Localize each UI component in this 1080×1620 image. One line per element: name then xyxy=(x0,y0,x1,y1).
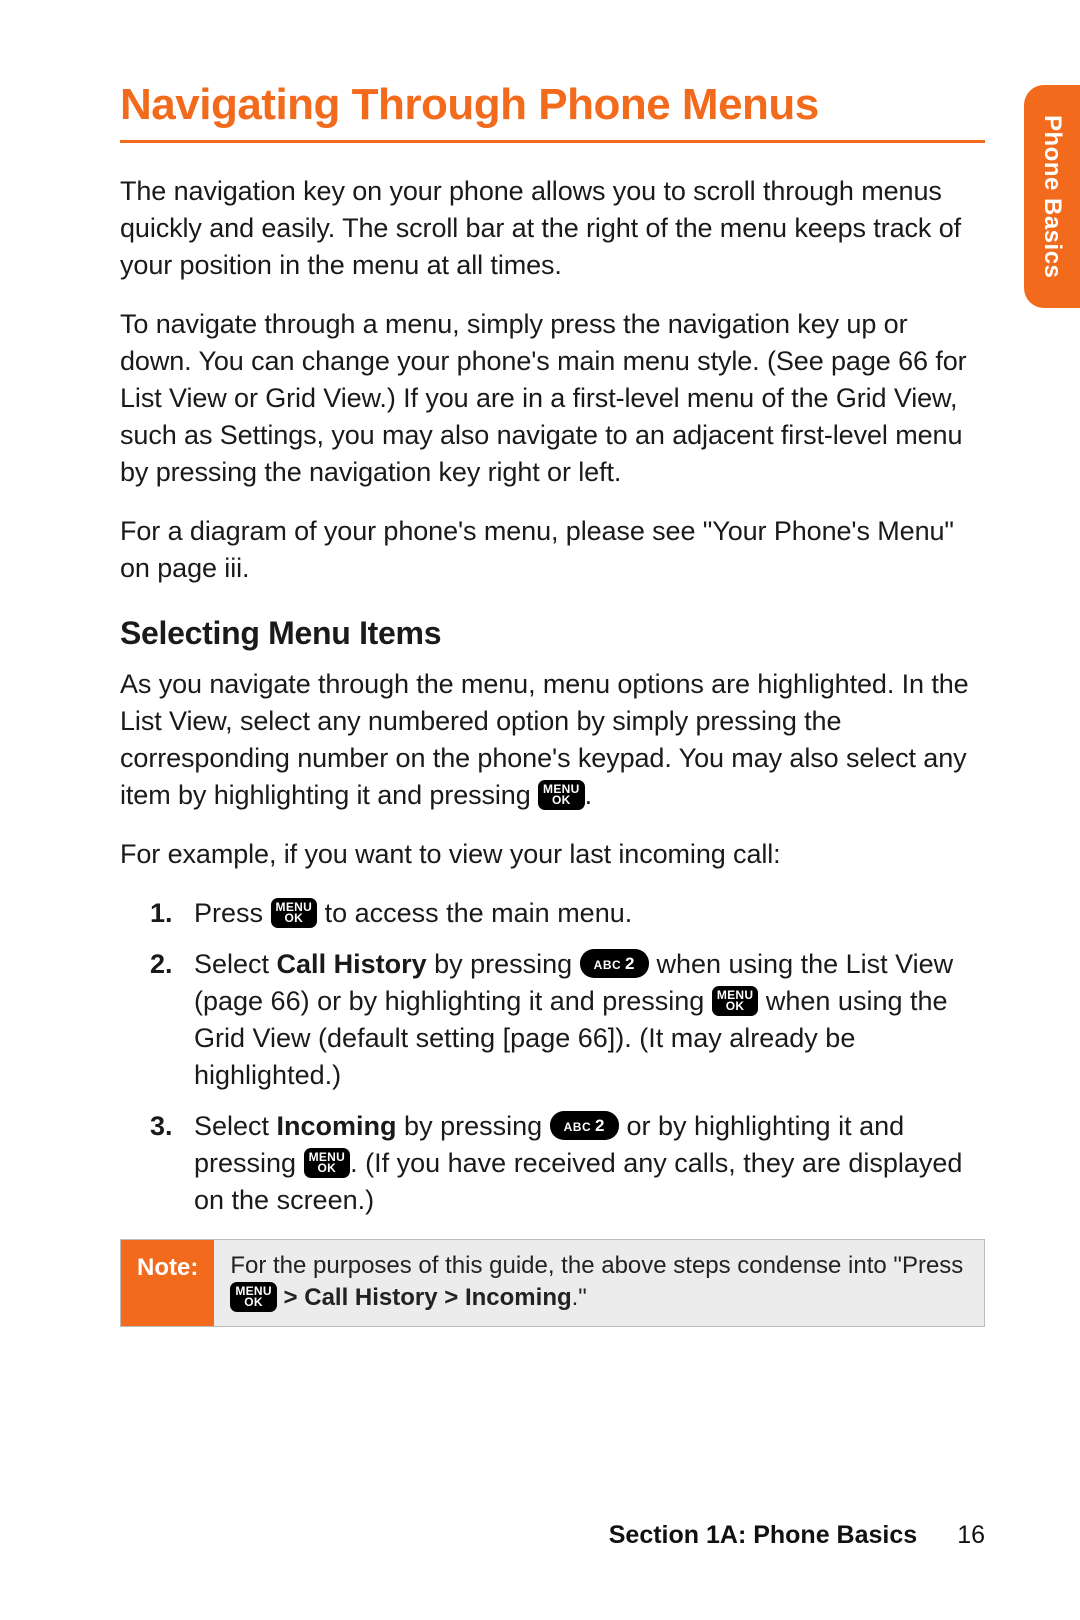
menu-ok-key-icon xyxy=(538,780,585,810)
page-title: Navigating Through Phone Menus xyxy=(120,80,985,130)
abc2-key-icon xyxy=(580,949,649,979)
abc2-key-icon xyxy=(550,1111,619,1141)
note-label: Note: xyxy=(121,1240,214,1327)
bold-text: Call History xyxy=(304,1284,437,1311)
page-footer: Section 1A: Phone Basics 16 xyxy=(609,1521,985,1550)
text: by pressing xyxy=(397,1111,550,1141)
text: by pressing xyxy=(427,949,580,979)
step-number: 2. xyxy=(150,946,173,983)
footer-section: Section 1A: Phone Basics xyxy=(609,1521,917,1549)
text: For the purposes of this guide, the abov… xyxy=(230,1252,963,1279)
text: . xyxy=(585,780,592,810)
list-item: 3. Select Incoming by pressing or by hig… xyxy=(120,1108,985,1219)
menu-ok-key-icon xyxy=(712,986,759,1016)
list-item: 1. Press to access the main menu. xyxy=(120,895,985,932)
title-rule xyxy=(120,140,985,143)
subheading-selecting: Selecting Menu Items xyxy=(120,615,985,652)
page-content: Navigating Through Phone Menus The navig… xyxy=(0,0,1080,1327)
text: Select xyxy=(194,949,277,979)
text: > xyxy=(277,1284,304,1311)
text: to access the main menu. xyxy=(317,898,632,928)
text: ." xyxy=(572,1284,587,1311)
intro-para-1: The navigation key on your phone allows … xyxy=(120,173,985,284)
selecting-para-1: As you navigate through the menu, menu o… xyxy=(120,666,985,814)
menu-ok-key-icon xyxy=(271,898,318,928)
steps-list: 1. Press to access the main menu. 2. Sel… xyxy=(120,895,985,1219)
intro-para-2: To navigate through a menu, simply press… xyxy=(120,306,985,491)
intro-para-3: For a diagram of your phone's menu, plea… xyxy=(120,513,985,587)
step-number: 1. xyxy=(150,895,173,932)
bold-text: Incoming xyxy=(277,1111,397,1141)
selecting-para-2: For example, if you want to view your la… xyxy=(120,836,985,873)
footer-page-number: 16 xyxy=(957,1521,985,1549)
note-body: For the purposes of this guide, the abov… xyxy=(214,1240,984,1327)
side-tab: Phone Basics xyxy=(1024,85,1080,308)
bold-text: Incoming xyxy=(465,1284,572,1311)
text: Select xyxy=(194,1111,277,1141)
text: Press xyxy=(194,898,271,928)
text: > xyxy=(438,1284,465,1311)
note-box: Note: For the purposes of this guide, th… xyxy=(120,1239,985,1328)
menu-ok-key-icon xyxy=(304,1148,351,1178)
menu-ok-key-icon xyxy=(230,1282,277,1312)
step-number: 3. xyxy=(150,1108,173,1145)
list-item: 2. Select Call History by pressing when … xyxy=(120,946,985,1094)
bold-text: Call History xyxy=(277,949,427,979)
